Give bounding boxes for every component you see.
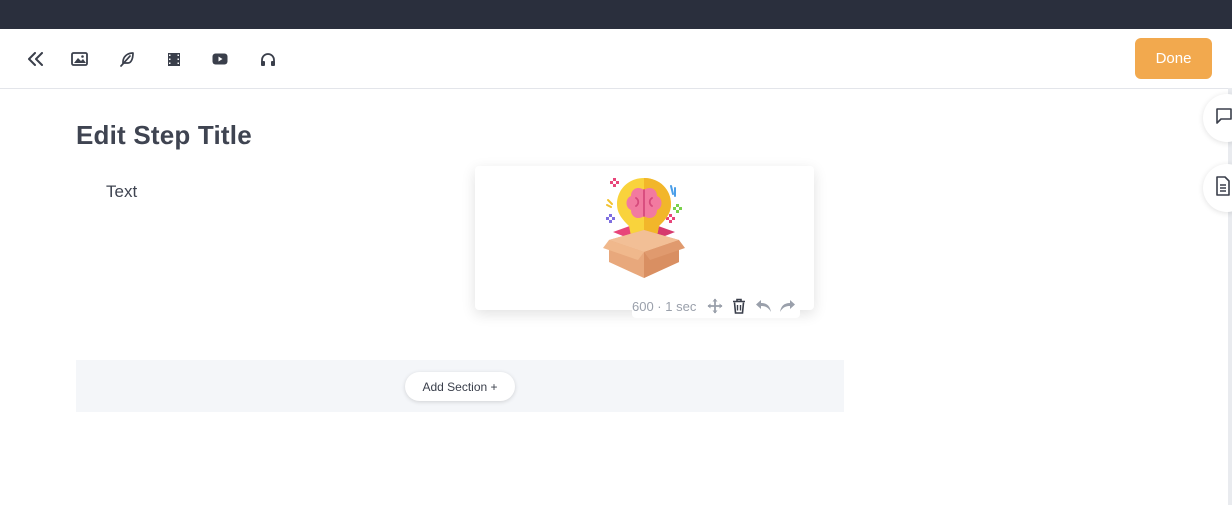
- step-title[interactable]: Edit Step Title: [76, 120, 252, 151]
- document-button[interactable]: [1203, 164, 1232, 212]
- scrollbar-track[interactable]: [1228, 88, 1232, 505]
- brain-lightbulb-box-icon: [603, 174, 685, 282]
- headphones-icon[interactable]: [256, 47, 280, 71]
- feather-icon[interactable]: [115, 47, 139, 71]
- editor-toolbar: Done: [0, 29, 1232, 89]
- top-app-bar: [0, 0, 1232, 29]
- add-section-button[interactable]: Add Section +: [405, 372, 515, 401]
- trash-icon[interactable]: [730, 297, 748, 315]
- image-icon[interactable]: [67, 47, 91, 71]
- comment-button[interactable]: [1203, 94, 1232, 142]
- done-button[interactable]: Done: [1135, 38, 1212, 79]
- film-icon[interactable]: [162, 47, 186, 71]
- text-block-label[interactable]: Text: [106, 182, 137, 202]
- media-toolbar: 600 · 1 sec: [632, 294, 801, 318]
- comment-icon: [1215, 107, 1232, 130]
- redo-icon[interactable]: [778, 297, 796, 315]
- media-meta: 600 · 1 sec: [632, 298, 697, 314]
- youtube-icon[interactable]: [208, 47, 232, 71]
- undo-icon[interactable]: [754, 297, 772, 315]
- document-icon: [1215, 175, 1231, 201]
- media-card[interactable]: 600 · 1 sec: [475, 166, 814, 318]
- move-icon[interactable]: [706, 297, 724, 315]
- add-section-area: Add Section +: [76, 360, 844, 412]
- collapse-double-chevron-icon[interactable]: [23, 47, 47, 71]
